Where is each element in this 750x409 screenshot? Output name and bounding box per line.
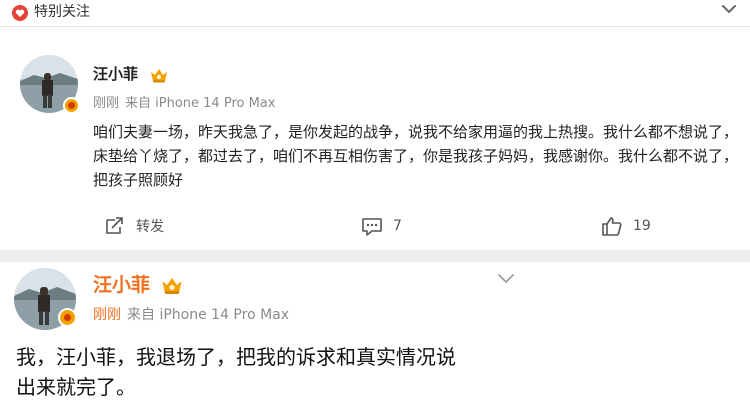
thumbs-up-icon [602,217,622,236]
crown-badge-icon[interactable] [149,66,169,84]
share-label: 转发 [136,219,164,235]
weibo-post-card: 汪小菲 刚刚 来自 iPhone 14 Pro Max 我，汪小菲，我退场了，把我… [0,262,750,409]
like-count: 19 [633,218,651,234]
crown-badge-icon[interactable] [160,274,184,296]
post-time: 刚刚 [93,307,121,323]
share-icon [106,217,123,234]
special-follow-bar[interactable]: 特别关注 [0,0,750,26]
comment-button[interactable]: 7 [361,216,402,236]
special-follow-label: 特别关注 [34,4,90,20]
chevron-down-icon[interactable] [496,272,516,286]
heart-icon [12,5,28,21]
post-text-line: 我，汪小菲，我退场了，把我的诉求和真实情况说 [16,345,456,369]
card-separator [0,250,750,262]
author-name[interactable]: 汪小菲 [93,64,138,84]
vip-badge-icon [58,308,77,327]
vip-badge-icon [63,97,80,114]
post-source: 来自 iPhone 14 Pro Max [125,96,276,111]
post-text-line: 出来就完了。 [16,375,136,399]
comment-icon [362,218,382,236]
post-source: 来自 iPhone 14 Pro Max [127,307,290,323]
like-button[interactable]: 19 [601,216,651,236]
divider [0,26,750,27]
chevron-down-icon[interactable] [720,2,738,16]
post-meta: 刚刚 来自 iPhone 14 Pro Max [93,96,275,112]
comment-count: 7 [393,218,402,234]
post-text: 我，汪小菲，我退场了，把我的诉求和真实情况说 出来就完了。 [16,342,576,402]
author-name[interactable]: 汪小菲 [93,273,150,297]
post-meta: 刚刚 来自 iPhone 14 Pro Max [93,306,289,324]
post-text: 咱们夫妻一场，昨天我急了，是你发起的战争，说我不给家用逼的我上热搜。我什么都不想… [93,123,739,189]
post-time: 刚刚 [93,96,120,111]
share-button[interactable]: 转发 [104,216,164,236]
weibo-post-card: 特别关注 汪小菲 刚刚 来自 iPhone 14 Pro Max 咱们夫妻一场，昨… [0,0,750,250]
